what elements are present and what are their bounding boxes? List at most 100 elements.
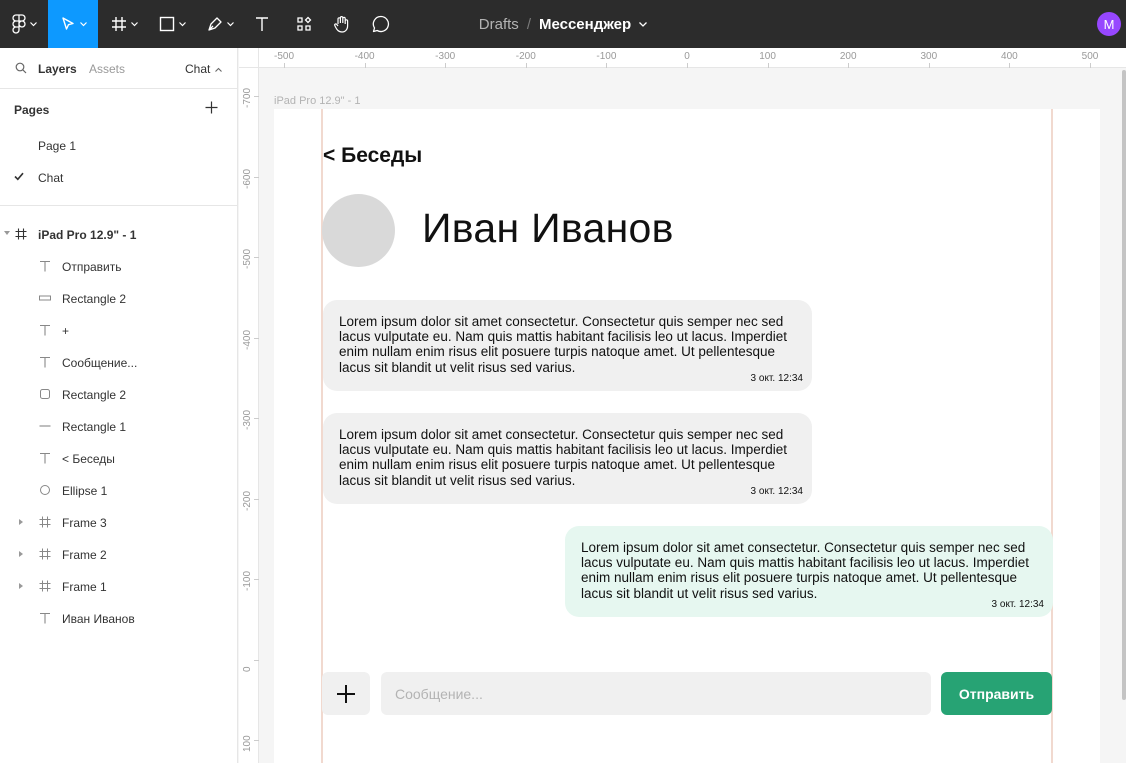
- ruler-tick: [848, 63, 850, 68]
- layer-item[interactable]: Frame 2: [0, 538, 237, 570]
- ruler-tick: [445, 63, 447, 68]
- shape-tool-button[interactable]: [152, 0, 192, 48]
- message-text: Lorem ipsum dolor sit amet consectetur. …: [339, 314, 787, 375]
- ellipse-icon: [40, 485, 50, 495]
- ruler-tick: [254, 659, 259, 661]
- ruler-label: -600: [242, 168, 253, 189]
- ruler-label: -100: [242, 570, 253, 591]
- back-to-chats-link[interactable]: < Беседы: [323, 144, 422, 168]
- page-item[interactable]: Chat: [0, 161, 237, 193]
- hand-tool-button[interactable]: [328, 0, 356, 48]
- caret-right-icon[interactable]: [19, 551, 24, 557]
- text-icon: [40, 356, 50, 368]
- panel-tabs: Layers Assets Chat: [0, 48, 237, 89]
- ruler-tick: [254, 176, 259, 178]
- layer-item[interactable]: Ellipse 1: [0, 474, 237, 506]
- ruler-label: -200: [515, 51, 536, 62]
- layer-label: Ellipse 1: [62, 484, 108, 498]
- layer-item[interactable]: Frame 3: [0, 506, 237, 538]
- message-time: 3 окт. 12:34: [750, 373, 803, 384]
- ruler-label: 0: [684, 51, 690, 62]
- ruler-tick: [254, 257, 259, 258]
- layer-item[interactable]: +: [0, 314, 237, 346]
- layer-item[interactable]: Иван Иванов: [0, 602, 237, 634]
- layer-label: < Беседы: [62, 452, 115, 466]
- page-item[interactable]: Page 1: [0, 129, 237, 161]
- text-tool-button[interactable]: [248, 0, 276, 48]
- message-text: Lorem ipsum dolor sit amet consectetur. …: [581, 540, 1029, 601]
- file-name[interactable]: Мессенджер: [539, 16, 631, 33]
- ruler-tick: [254, 579, 259, 580]
- tab-layers[interactable]: Layers: [38, 62, 77, 76]
- pages-title: Pages: [14, 103, 50, 117]
- main-menu-button[interactable]: [0, 0, 48, 48]
- search-icon[interactable]: [15, 62, 27, 74]
- ruler-tick: [1090, 63, 1091, 68]
- ruler-tick: [284, 63, 285, 68]
- comment-tool-button[interactable]: [367, 0, 395, 48]
- layer-label: Frame 2: [62, 548, 107, 562]
- caret-right-icon[interactable]: [19, 519, 24, 525]
- pen-tool-button[interactable]: [200, 0, 240, 48]
- hand-icon: [334, 16, 349, 33]
- scrollbar-vertical[interactable]: [1122, 70, 1126, 700]
- frame-icon: [39, 580, 51, 592]
- comment-icon: [372, 15, 390, 33]
- layer-item[interactable]: < Беседы: [0, 442, 237, 474]
- layers-panel: Layers Assets Chat Pages Page 1 Chat iPa…: [0, 48, 238, 763]
- layer-item[interactable]: Rectangle 2: [0, 378, 237, 410]
- contact-name: Иван Иванов: [422, 205, 674, 251]
- attach-button[interactable]: +: [322, 672, 370, 715]
- rectangle-thin-icon: [39, 295, 51, 301]
- breadcrumb-drafts[interactable]: Drafts: [479, 16, 519, 33]
- caret-down-icon[interactable]: [4, 231, 10, 236]
- ruler-tick: [1009, 63, 1011, 68]
- page-select[interactable]: Chat: [185, 62, 223, 76]
- resources-tool-button[interactable]: [290, 0, 318, 48]
- ruler-label: -400: [242, 329, 253, 350]
- ruler-label: -200: [242, 490, 253, 511]
- add-page-icon[interactable]: [205, 101, 218, 114]
- layer-item[interactable]: Rectangle 2: [0, 282, 237, 314]
- layer-item[interactable]: Frame 1: [0, 570, 237, 602]
- message-bubble-incoming: Lorem ipsum dolor sit amet consectetur. …: [323, 413, 812, 504]
- tab-assets[interactable]: Assets: [89, 62, 125, 76]
- text-icon: [40, 612, 50, 624]
- chevron-down-icon: [130, 21, 138, 26]
- ruler-tick: [364, 63, 366, 68]
- ruler-label: -300: [242, 409, 253, 430]
- chevron-down-icon: [29, 21, 37, 26]
- message-time: 3 окт. 12:34: [750, 486, 803, 497]
- plus-icon: [337, 684, 355, 703]
- frame-label[interactable]: iPad Pro 12.9" - 1: [274, 95, 360, 107]
- chevron-up-icon: [215, 67, 223, 72]
- layer-item[interactable]: Rectangle 1: [0, 410, 237, 442]
- caret-right-icon[interactable]: [19, 583, 24, 589]
- frame-icon: [39, 548, 51, 560]
- layer-root-frame[interactable]: iPad Pro 12.9" - 1: [0, 218, 237, 250]
- ruler-tick: [767, 63, 769, 68]
- frame-icon: [15, 228, 27, 240]
- chevron-down-icon[interactable]: [639, 21, 648, 27]
- ruler-tick: [254, 418, 259, 419]
- ruler-tick: [687, 63, 688, 68]
- ruler-tick: [525, 63, 527, 68]
- message-input[interactable]: [381, 672, 931, 715]
- layer-item[interactable]: Отправить: [0, 250, 237, 282]
- move-tool-button[interactable]: [48, 0, 98, 48]
- frame-tool-button[interactable]: [104, 0, 144, 48]
- canvas[interactable]: -500 -400 -300 -200 -100 0 100 200 300 400 500 -70…: [239, 48, 1126, 763]
- frame-icon: [39, 516, 51, 528]
- user-avatar[interactable]: M: [1097, 12, 1121, 36]
- breadcrumb-separator: /: [526, 15, 531, 33]
- send-button[interactable]: Отправить: [941, 672, 1052, 715]
- layer-label: Rectangle 1: [62, 420, 127, 434]
- layer-label: Rectangle 2: [62, 388, 127, 402]
- layer-label: Frame 1: [62, 580, 107, 594]
- layer-item[interactable]: Сообщение...: [0, 346, 237, 378]
- text-icon: [40, 260, 50, 272]
- ruler-label: 400: [1001, 51, 1018, 62]
- message-time: 3 окт. 12:34: [991, 599, 1044, 610]
- ruler-corner: [239, 48, 259, 68]
